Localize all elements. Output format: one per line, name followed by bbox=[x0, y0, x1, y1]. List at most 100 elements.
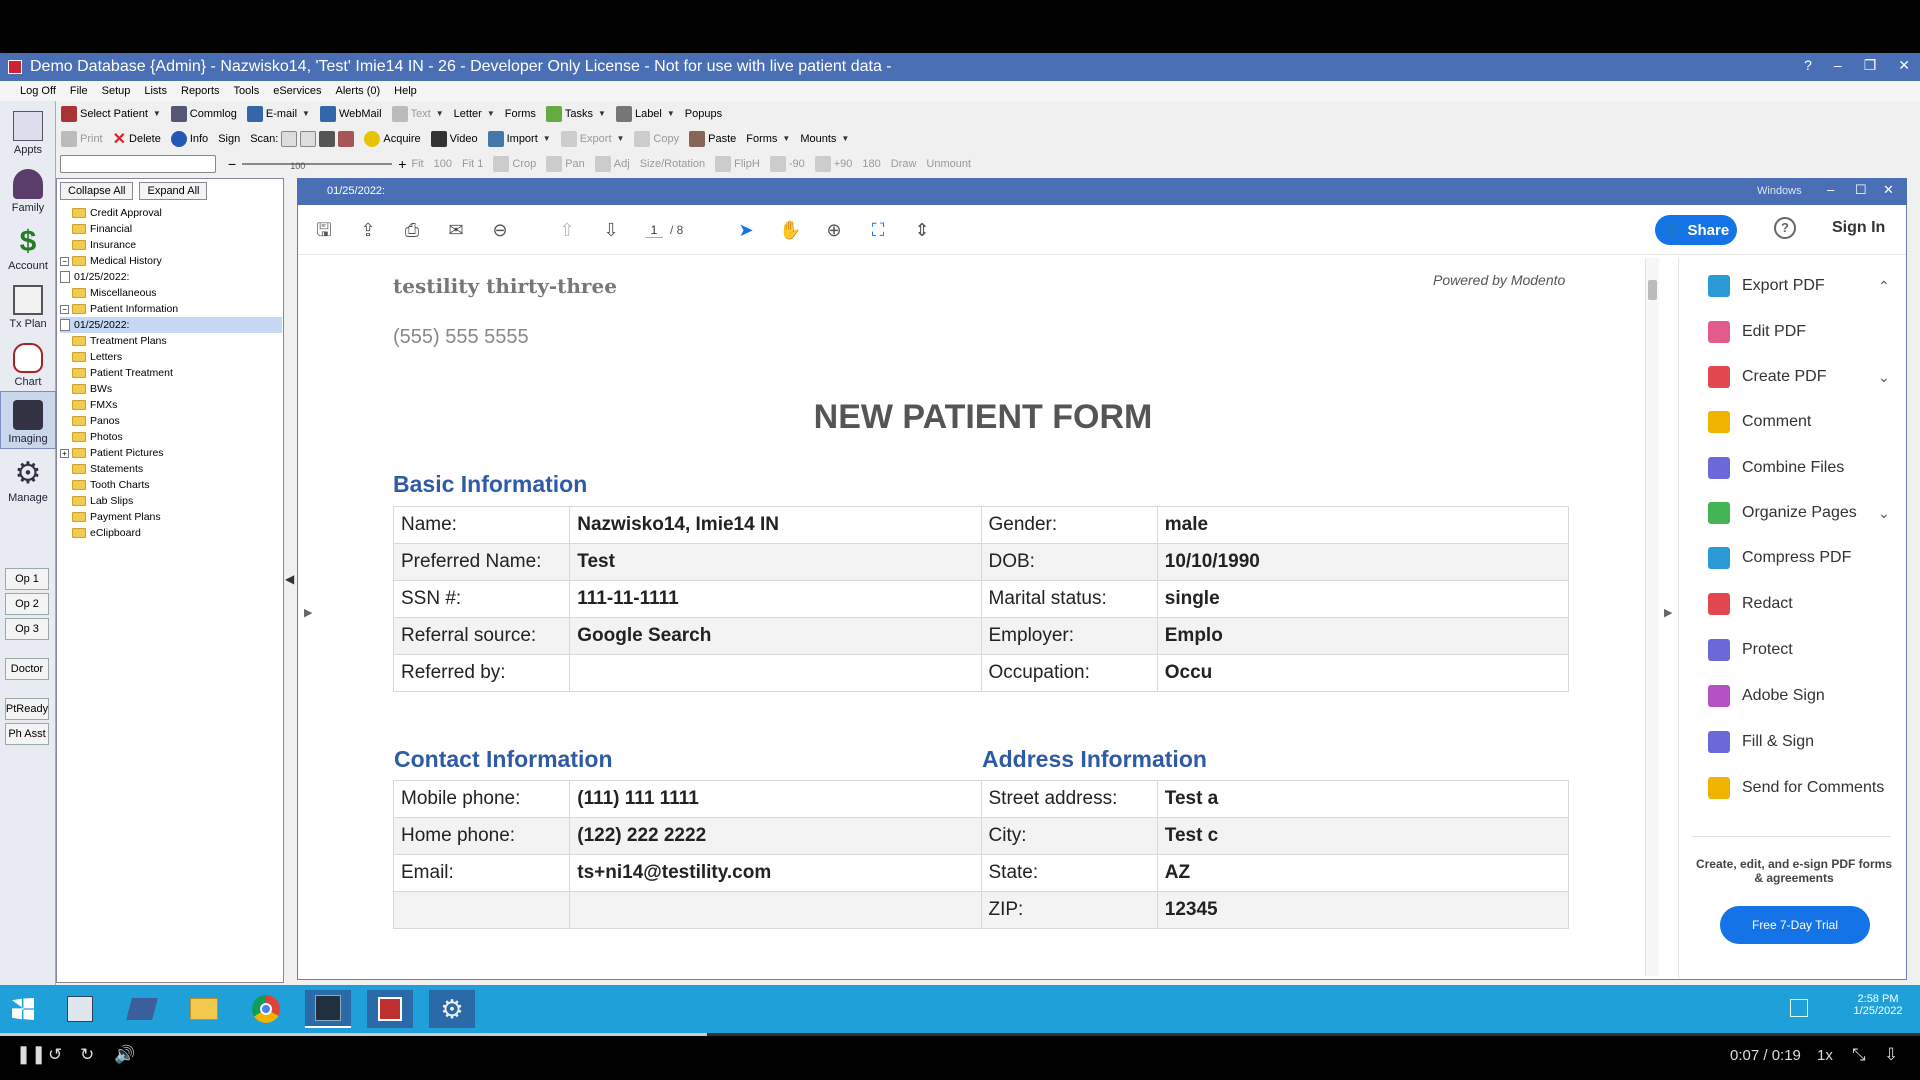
tool-item[interactable]: Send for Comments bbox=[1708, 773, 1888, 803]
tree-item[interactable]: FMXs bbox=[60, 397, 282, 413]
module-account[interactable]: $ Account bbox=[0, 217, 56, 275]
doctor-button[interactable]: Doctor bbox=[5, 658, 49, 680]
tree-item[interactable]: + Patient Pictures bbox=[60, 445, 282, 461]
pan-button[interactable]: Pan bbox=[541, 153, 590, 175]
expand-icon[interactable]: + bbox=[60, 448, 69, 458]
scan-doc-icon[interactable] bbox=[281, 130, 298, 147]
menu-alerts[interactable]: Alerts (0) bbox=[336, 85, 381, 97]
close-icon[interactable]: ✕ bbox=[1898, 57, 1910, 74]
print-button[interactable]: Print bbox=[56, 128, 108, 150]
tree-item[interactable]: 01/25/2022: bbox=[60, 317, 282, 333]
print-icon[interactable]: ⎙ bbox=[401, 219, 423, 241]
tree-item[interactable]: Tooth Charts bbox=[60, 477, 282, 493]
tree-item[interactable]: Financial bbox=[60, 221, 282, 237]
tool-item[interactable]: Organize Pages ⌄ bbox=[1708, 498, 1890, 528]
tree-item[interactable]: − Patient Information bbox=[60, 301, 282, 317]
free-trial-button[interactable]: Free 7-Day Trial bbox=[1720, 906, 1870, 944]
tree-item[interactable]: BWs bbox=[60, 381, 282, 397]
download-icon[interactable]: ⇩ bbox=[1884, 1045, 1898, 1065]
tasks-button[interactable]: Tasks ▼ bbox=[541, 103, 611, 125]
module-chart[interactable]: Chart bbox=[0, 333, 56, 391]
scrolling-mode-icon[interactable]: ⇕ bbox=[911, 219, 933, 241]
collapse-icon[interactable]: − bbox=[60, 256, 69, 266]
search-input[interactable] bbox=[60, 154, 216, 173]
delete-button[interactable]: ✕ Delete bbox=[108, 128, 166, 150]
menu-setup[interactable]: Setup bbox=[102, 85, 131, 97]
tool-item[interactable]: Combine Files bbox=[1708, 453, 1888, 483]
select-cursor-icon[interactable]: ➤ bbox=[735, 219, 757, 241]
menu-lists[interactable]: Lists bbox=[144, 85, 167, 97]
tree-item[interactable]: Lab Slips bbox=[60, 493, 282, 509]
tree-item[interactable]: Photos bbox=[60, 429, 282, 445]
tree-item[interactable]: Panos bbox=[60, 413, 282, 429]
webmail-button[interactable]: WebMail bbox=[315, 103, 387, 125]
collapse-all-button[interactable]: Collapse All bbox=[60, 182, 134, 200]
zoom-slider[interactable]: 100 bbox=[242, 157, 393, 171]
tree-item[interactable]: 01/25/2022: bbox=[60, 269, 282, 285]
left-collapse-arrow-icon[interactable]: ▶ bbox=[304, 606, 312, 619]
text-button[interactable]: Text ▼ bbox=[387, 103, 449, 125]
paste-button[interactable]: Paste bbox=[684, 128, 741, 150]
tool-item[interactable]: Fill & Sign bbox=[1708, 727, 1888, 757]
letter-button[interactable]: Letter ▼ bbox=[449, 103, 500, 125]
tree-item[interactable]: Payment Plans bbox=[60, 509, 282, 525]
module-appts[interactable]: Appts bbox=[0, 101, 56, 159]
save-icon[interactable]: 🖫 bbox=[313, 219, 335, 241]
collapse-icon[interactable]: − bbox=[60, 304, 69, 314]
unmount-button[interactable]: Unmount bbox=[921, 153, 976, 175]
upload-icon[interactable]: ⇪ bbox=[357, 219, 379, 241]
draw-button[interactable]: Draw bbox=[886, 153, 922, 175]
menu-file[interactable]: File bbox=[70, 85, 88, 97]
tool-item[interactable]: Comment bbox=[1708, 407, 1888, 437]
menu-tools[interactable]: Tools bbox=[234, 85, 260, 97]
ptready-button[interactable]: PtReady bbox=[5, 698, 49, 720]
zoom-in-icon[interactable]: ⊕ bbox=[823, 219, 845, 241]
crop-button[interactable]: Crop bbox=[488, 153, 541, 175]
tool-item[interactable]: Compress PDF bbox=[1708, 543, 1888, 573]
rotate-minus-90-button[interactable]: -90 bbox=[765, 153, 810, 175]
tree-item[interactable]: Credit Approval bbox=[60, 205, 282, 221]
chevron-down-icon[interactable]: ⌄ bbox=[1878, 369, 1890, 386]
chevron-up-icon[interactable]: ⌃ bbox=[1878, 278, 1890, 295]
collapse-panel-arrow-icon[interactable]: ◀ bbox=[285, 572, 294, 586]
tool-item[interactable]: Export PDF ⌃ bbox=[1708, 271, 1890, 301]
help-icon[interactable]: ? bbox=[1804, 57, 1812, 74]
chevron-down-icon[interactable]: ⌄ bbox=[1878, 505, 1890, 522]
exit-fullscreen-icon[interactable]: ⤡ bbox=[1852, 1045, 1866, 1065]
minimize-icon[interactable]: – bbox=[1834, 57, 1842, 74]
rewind-10-icon[interactable]: ↺ bbox=[48, 1045, 62, 1065]
acquire-button[interactable]: Acquire bbox=[359, 128, 425, 150]
tree-item[interactable]: Letters bbox=[60, 349, 282, 365]
tool-item[interactable]: Adobe Sign bbox=[1708, 681, 1888, 711]
tree-item[interactable]: Treatment Plans bbox=[60, 333, 282, 349]
zoom-in-icon[interactable]: + bbox=[398, 156, 406, 172]
tool-item[interactable]: Redact bbox=[1708, 589, 1888, 619]
notification-icon[interactable] bbox=[1790, 999, 1808, 1017]
page-down-icon[interactable]: ⇩ bbox=[600, 219, 622, 241]
page-number-input[interactable]: 1 bbox=[645, 223, 663, 238]
tree-item[interactable]: Statements bbox=[60, 461, 282, 477]
ph-asst-button[interactable]: Ph Asst bbox=[5, 723, 49, 745]
op1-button[interactable]: Op 1 bbox=[5, 568, 49, 590]
viewer-close-icon[interactable]: ✕ bbox=[1883, 182, 1894, 198]
forward-10-icon[interactable]: ↻ bbox=[80, 1045, 94, 1065]
select-patient-button[interactable]: Select Patient ▼ bbox=[56, 103, 166, 125]
menu-reports[interactable]: Reports bbox=[181, 85, 220, 97]
module-imaging[interactable]: Imaging bbox=[0, 391, 56, 449]
op3-button[interactable]: Op 3 bbox=[5, 618, 49, 640]
export-button[interactable]: Export ▼ bbox=[556, 128, 630, 150]
email-button[interactable]: E-mail ▼ bbox=[242, 103, 315, 125]
playback-speed[interactable]: 1x bbox=[1817, 1047, 1833, 1064]
copy-button[interactable]: Copy bbox=[629, 128, 684, 150]
chrome-icon[interactable] bbox=[243, 990, 289, 1028]
video-progress-track[interactable] bbox=[0, 1033, 1920, 1036]
volume-icon[interactable]: 🔊 bbox=[114, 1045, 135, 1065]
file-explorer-icon[interactable] bbox=[181, 990, 227, 1028]
restore-icon[interactable]: ❐ bbox=[1864, 57, 1877, 74]
fit-button[interactable]: Fit bbox=[406, 153, 428, 175]
scan-multipage-icon[interactable] bbox=[300, 130, 317, 147]
popups-button[interactable]: Popups bbox=[680, 103, 727, 125]
mounts-dropdown[interactable]: Mounts ▼ bbox=[795, 128, 854, 150]
rotate-plus-90-button[interactable]: +90 bbox=[810, 153, 858, 175]
tool-item[interactable]: Protect bbox=[1708, 635, 1888, 665]
